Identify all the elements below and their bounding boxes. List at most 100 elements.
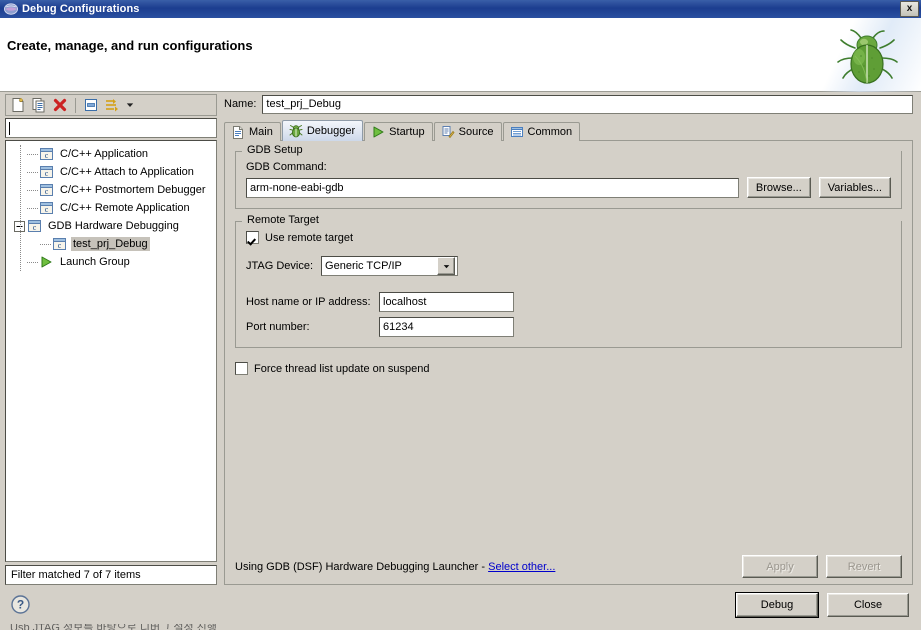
use-remote-target-label: Use remote target	[265, 231, 354, 244]
tree-item-c-cpp-remote-application[interactable]: c C/C++ Remote Application	[6, 199, 216, 217]
close-button[interactable]: Close	[827, 593, 909, 617]
dialog-body: c C/C++ Application c C/C++ Attach to Ap…	[0, 92, 921, 585]
bug-icon	[289, 124, 303, 138]
gdb-setup-group: GDB Setup GDB Command: arm-none-eabi-gdb…	[235, 144, 902, 209]
host-name-label: Host name or IP address:	[246, 296, 371, 308]
tree-connector	[27, 253, 39, 271]
remote-target-group-title: Remote Target	[244, 214, 322, 226]
svg-text:c: c	[45, 205, 49, 214]
c-config-icon: c	[39, 201, 54, 215]
variables-button[interactable]: Variables...	[818, 177, 891, 198]
apply-button[interactable]: Apply	[742, 555, 818, 578]
green-bug-graphic	[831, 26, 903, 88]
close-icon[interactable]: x	[900, 1, 919, 17]
tab-debugger[interactable]: Debugger	[281, 120, 364, 141]
tree-item-c-cpp-attach-to-application[interactable]: c C/C++ Attach to Application	[6, 163, 216, 181]
configurations-tree[interactable]: c C/C++ Application c C/C++ Attach to Ap…	[5, 140, 217, 562]
jtag-device-value: Generic TCP/IP	[325, 260, 402, 272]
collapse-all-icon[interactable]	[82, 96, 100, 114]
new-configuration-icon[interactable]	[9, 96, 27, 114]
launch-group-icon	[39, 255, 54, 269]
page-title: Create, manage, and run configurations	[7, 38, 253, 53]
svg-text:c: c	[33, 223, 37, 232]
svg-text:c: c	[45, 151, 49, 160]
host-name-value: localhost	[383, 296, 427, 308]
svg-text:c: c	[45, 169, 49, 178]
configuration-name-row: Name: test_prj_Debug	[224, 94, 913, 114]
tree-item-c-cpp-application[interactable]: c C/C++ Application	[6, 145, 216, 163]
remote-target-group-body: Use remote target JTAG Device: Generic T…	[246, 221, 891, 337]
configuration-tabs: Main Debugger Startup Source Common	[224, 120, 913, 141]
dialog-footer: ? Debug Close	[0, 585, 921, 625]
view-menu-chevron-icon[interactable]	[124, 96, 135, 114]
tab-label: Source	[458, 126, 494, 138]
port-number-row: Port number: 61234	[246, 317, 891, 337]
force-thread-update-row[interactable]: Force thread list update on suspend	[235, 362, 902, 375]
force-thread-update-checkbox[interactable]	[235, 362, 248, 375]
gdb-command-input[interactable]: arm-none-eabi-gdb	[246, 177, 739, 198]
tab-main[interactable]: Main	[224, 122, 281, 141]
host-name-input[interactable]: localhost	[379, 292, 514, 312]
tree-connector	[27, 181, 39, 199]
document-icon	[231, 125, 245, 139]
port-number-input[interactable]: 61234	[379, 317, 514, 337]
c-config-icon: c	[52, 237, 67, 251]
gdb-setup-group-title: GDB Setup	[244, 144, 306, 156]
help-question-icon[interactable]: ?	[11, 595, 30, 614]
filter-icon[interactable]	[103, 96, 121, 114]
toolbar-separator	[75, 97, 76, 113]
gdb-command-value: arm-none-eabi-gdb	[250, 181, 344, 194]
name-value: test_prj_Debug	[266, 98, 342, 110]
filter-status-text: Filter matched 7 of 7 items	[11, 569, 141, 581]
tab-label: Startup	[389, 126, 425, 138]
launcher-text: Using GDB (DSF) Hardware Debugging Launc…	[235, 561, 555, 573]
text-caret	[9, 121, 10, 135]
common-icon	[510, 125, 524, 139]
filter-status-bar: Filter matched 7 of 7 items	[5, 565, 217, 585]
chevron-down-icon[interactable]	[437, 257, 456, 275]
tab-common[interactable]: Common	[502, 122, 581, 141]
delete-configuration-icon[interactable]	[51, 96, 69, 114]
svg-text:c: c	[45, 187, 49, 196]
tree-item-test-prj-debug[interactable]: c test_prj_Debug	[6, 235, 216, 253]
tree-item-launch-group[interactable]: Launch Group	[6, 253, 216, 271]
duplicate-configuration-icon[interactable]	[30, 96, 48, 114]
source-lookup-icon	[441, 125, 455, 139]
configurations-pane: c C/C++ Application c C/C++ Attach to Ap…	[5, 94, 217, 585]
remote-target-group: Remote Target Use remote target JTAG Dev…	[235, 214, 902, 348]
dialog-header: Create, manage, and run configurations	[0, 18, 921, 92]
browse-button[interactable]: Browse...	[746, 177, 811, 198]
c-config-icon: c	[39, 147, 54, 161]
jtag-device-select[interactable]: Generic TCP/IP	[321, 256, 459, 276]
port-number-value: 61234	[383, 321, 414, 333]
configurations-toolbar	[5, 94, 217, 116]
use-remote-target-checkbox[interactable]	[246, 231, 259, 244]
tree-item-label: C/C++ Attach to Application	[60, 166, 194, 178]
background-window-text: Usb JTAG 정보를 바탕으로 디버그 설정 진행	[0, 624, 921, 630]
revert-button[interactable]: Revert	[826, 555, 902, 578]
c-config-icon: c	[39, 165, 54, 179]
dialog-action-buttons: Debug Close	[735, 592, 909, 618]
jtag-device-row: JTAG Device: Generic TCP/IP	[246, 256, 891, 276]
tree-item-c-cpp-postmortem-debugger[interactable]: c C/C++ Postmortem Debugger	[6, 181, 216, 199]
select-other-link[interactable]: Select other...	[488, 561, 555, 573]
tab-startup[interactable]: Startup	[364, 122, 433, 141]
tree-connector	[40, 235, 52, 253]
tab-source[interactable]: Source	[433, 122, 502, 141]
configurations-filter-input[interactable]	[5, 118, 217, 138]
use-remote-target-row[interactable]: Use remote target	[246, 231, 891, 244]
gdb-command-label: GDB Command:	[246, 161, 327, 173]
svg-text:c: c	[58, 241, 62, 250]
tab-label: Debugger	[306, 125, 356, 137]
tree-item-label: test_prj_Debug	[71, 237, 150, 251]
name-input[interactable]: test_prj_Debug	[262, 94, 913, 114]
host-name-row: Host name or IP address: localhost	[246, 292, 891, 312]
force-thread-update-label: Force thread list update on suspend	[254, 362, 430, 375]
gdb-setup-group-body: GDB Command: arm-none-eabi-gdb Browse...…	[246, 151, 891, 198]
tab-label: Main	[249, 126, 273, 138]
tree-connector	[27, 199, 39, 217]
background-window-text-value: Usb JTAG 정보를 바탕으로 디버그 설정 진행	[10, 624, 217, 630]
debug-button[interactable]: Debug	[735, 592, 819, 618]
tree-item-gdb-hardware-debugging[interactable]: c GDB Hardware Debugging	[6, 217, 216, 235]
port-number-label: Port number:	[246, 321, 310, 333]
